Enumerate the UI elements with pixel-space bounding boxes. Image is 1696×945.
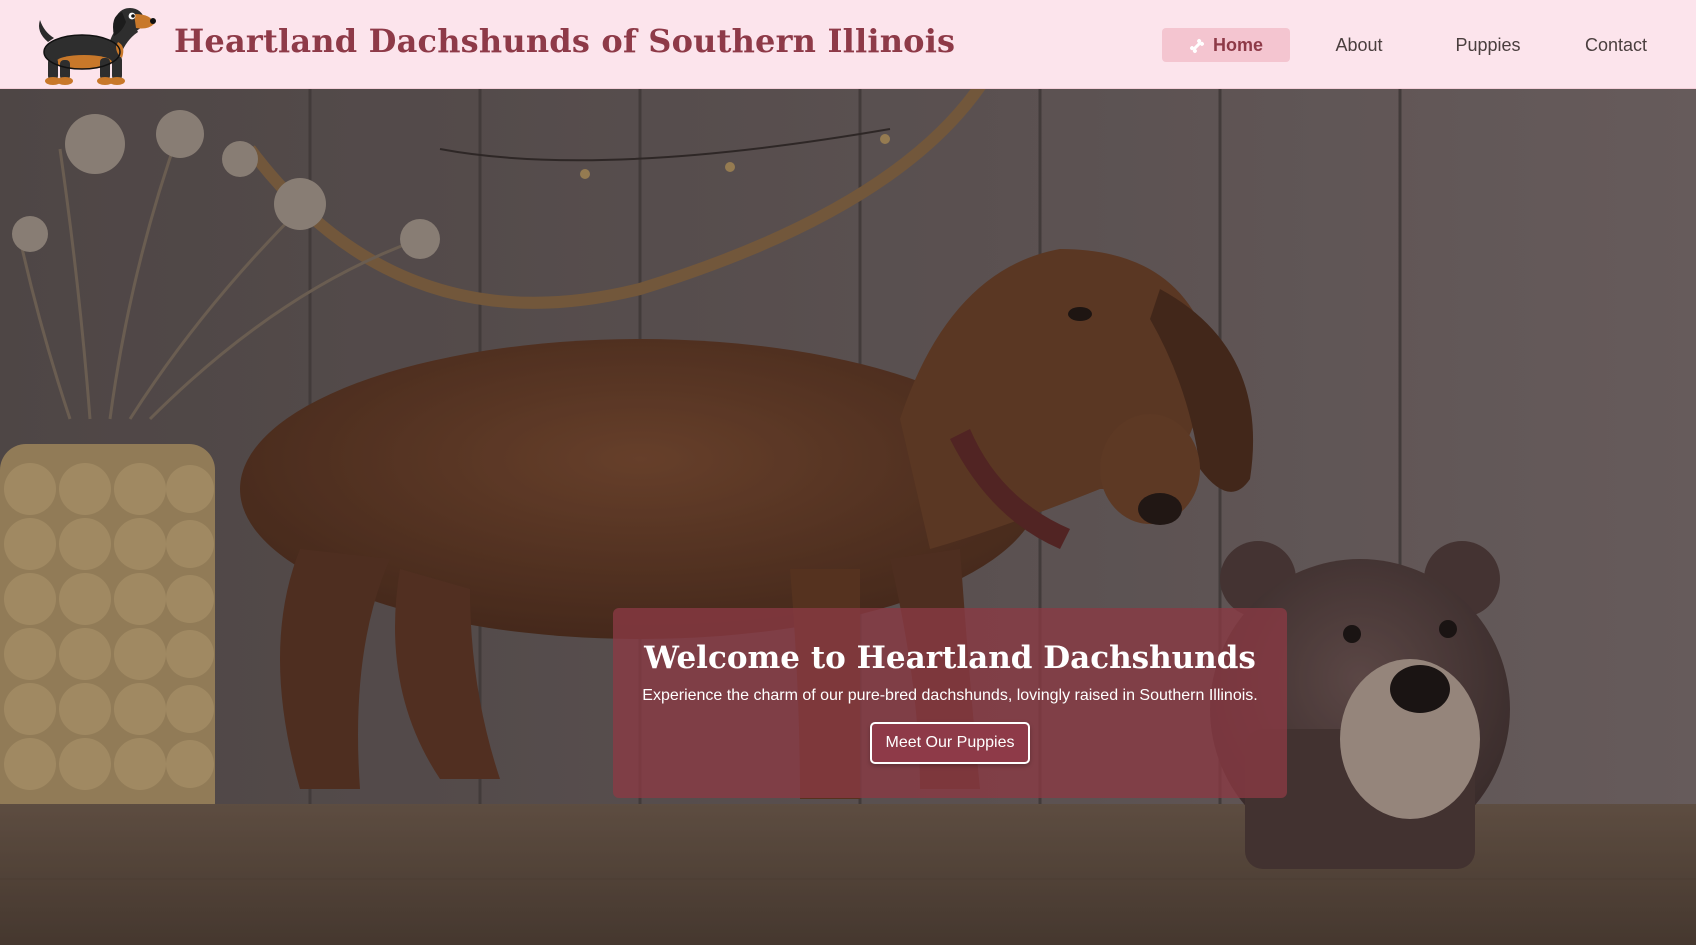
welcome-card: Welcome to Heartland Dachshunds Experien… <box>613 608 1287 798</box>
hero-dachshund-photo <box>0 89 1696 945</box>
site-title[interactable]: Heartland Dachshunds of Southern Illinoi… <box>174 22 955 60</box>
hero-section: Welcome to Heartland Dachshunds Experien… <box>0 89 1696 945</box>
meet-our-puppies-button[interactable]: Meet Our Puppies <box>869 722 1031 764</box>
site-header: Heartland Dachshunds of Southern Illinoi… <box>0 0 1696 89</box>
nav-item-contact[interactable]: Contact <box>1574 28 1658 62</box>
welcome-title: Welcome to Heartland Dachshunds <box>644 640 1256 676</box>
nav-item-puppies[interactable]: Puppies <box>1446 28 1530 62</box>
nav-item-home[interactable]: Home <box>1162 28 1290 62</box>
bone-icon <box>1190 39 1204 53</box>
nav-item-label: Home <box>1212 35 1263 55</box>
dachshund-logo-icon[interactable] <box>30 2 156 88</box>
welcome-subtitle: Experience the charm of our pure-bred da… <box>642 687 1258 704</box>
nav-item-about[interactable]: About <box>1324 28 1394 62</box>
